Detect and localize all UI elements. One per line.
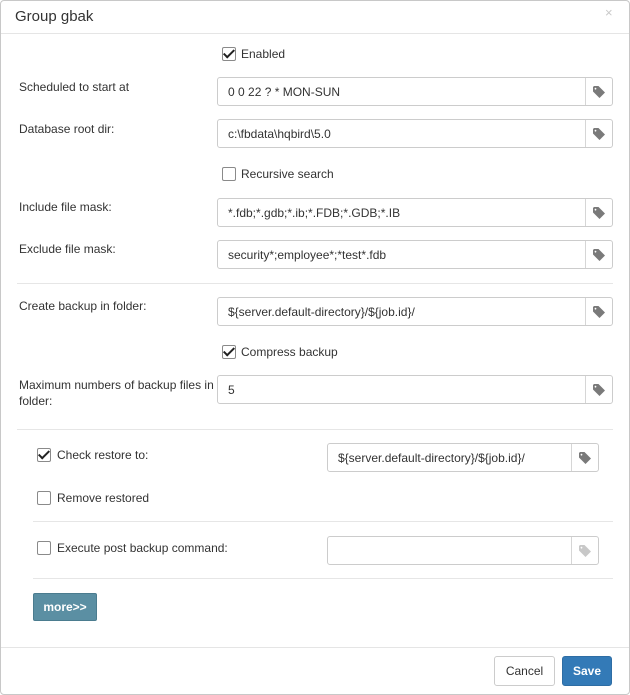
dialog-header: Group gbak × — [1, 1, 629, 34]
include-mask-value: *.fdb;*.gdb;*.ib;*.FDB;*.GDB;*.IB — [228, 206, 401, 220]
db-root-label: Database root dir: — [19, 122, 115, 136]
max-files-label-line1: Maximum numbers of backup files in — [19, 378, 214, 392]
tag-icon[interactable] — [585, 78, 612, 105]
tag-icon — [571, 537, 598, 564]
db-root-value: c:\fbdata\hqbird\5.0 — [228, 127, 331, 141]
check-restore-input[interactable]: ${server.default-directory}/${job.id}/ — [327, 443, 599, 472]
divider — [33, 578, 613, 579]
tag-icon[interactable] — [571, 444, 598, 471]
close-icon[interactable]: × — [605, 5, 613, 20]
more-button[interactable]: more>> — [33, 593, 97, 621]
include-mask-input[interactable]: *.fdb;*.gdb;*.ib;*.FDB;*.GDB;*.IB — [217, 198, 613, 227]
enabled-checkbox[interactable] — [222, 47, 236, 61]
compress-label: Compress backup — [241, 345, 338, 359]
dialog-footer-divider — [1, 647, 629, 648]
max-files-label-line2: folder: — [19, 394, 53, 408]
divider — [33, 521, 613, 522]
remove-restored-label: Remove restored — [57, 491, 150, 505]
backup-folder-value: ${server.default-directory}/${job.id}/ — [228, 305, 415, 319]
remove-restored-checkbox[interactable] — [37, 491, 51, 505]
check-restore-label: Check restore to: — [57, 448, 149, 462]
check-restore-value: ${server.default-directory}/${job.id}/ — [338, 451, 525, 465]
tag-icon[interactable] — [585, 241, 612, 268]
max-files-value: 5 — [228, 383, 235, 397]
backup-folder-input[interactable]: ${server.default-directory}/${job.id}/ — [217, 297, 613, 326]
check-restore-checkbox[interactable] — [37, 448, 51, 462]
tag-icon[interactable] — [585, 199, 612, 226]
schedule-value: 0 0 22 ? * MON-SUN — [228, 85, 341, 99]
compress-checkbox[interactable] — [222, 345, 236, 359]
tag-icon[interactable] — [585, 376, 612, 403]
tag-icon[interactable] — [585, 120, 612, 147]
backup-folder-label: Create backup in folder: — [19, 299, 147, 313]
recursive-checkbox[interactable] — [222, 167, 236, 181]
include-mask-label: Include file mask: — [19, 200, 112, 214]
dialog: Group gbak × Enabled Scheduled to start … — [0, 0, 630, 695]
schedule-label: Scheduled to start at — [19, 80, 130, 94]
enabled-label: Enabled — [241, 47, 286, 61]
dialog-title: Group gbak — [15, 8, 94, 25]
exclude-mask-value: security*;employee*;*test*.fdb — [228, 248, 387, 262]
max-files-input[interactable]: 5 — [217, 375, 613, 404]
exclude-mask-label: Exclude file mask: — [19, 242, 116, 256]
exclude-mask-input[interactable]: security*;employee*;*test*.fdb — [217, 240, 613, 269]
db-root-input[interactable]: c:\fbdata\hqbird\5.0 — [217, 119, 613, 148]
post-command-input[interactable] — [327, 536, 599, 565]
post-command-label: Execute post backup command: — [57, 541, 228, 555]
divider — [17, 283, 613, 284]
cancel-button[interactable]: Cancel — [494, 656, 555, 686]
save-button[interactable]: Save — [562, 656, 612, 686]
post-command-checkbox[interactable] — [37, 541, 51, 555]
schedule-input[interactable]: 0 0 22 ? * MON-SUN — [217, 77, 613, 106]
tag-icon[interactable] — [585, 298, 612, 325]
recursive-label: Recursive search — [241, 167, 334, 181]
divider — [17, 429, 613, 430]
